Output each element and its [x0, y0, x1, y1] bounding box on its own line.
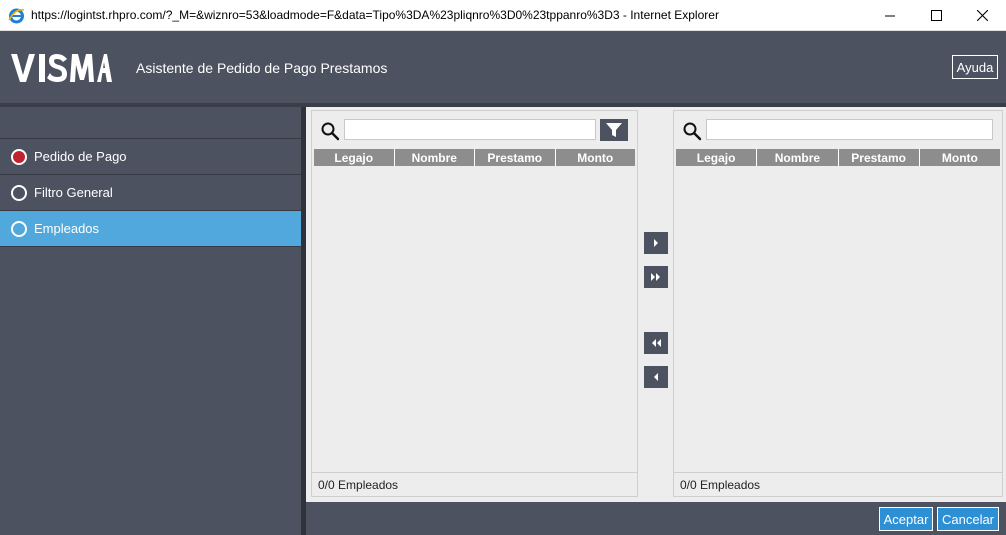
- move-all-left-button[interactable]: [644, 332, 668, 354]
- double-arrow-right-icon: [651, 273, 660, 281]
- step-pedido-de-pago[interactable]: Pedido de Pago: [0, 139, 301, 175]
- accept-button[interactable]: Aceptar: [879, 507, 933, 531]
- sidebar-spacer: [0, 107, 301, 139]
- left-grid-header: Legajo Nombre Prestamo Monto: [314, 149, 635, 166]
- double-arrow-left-icon: [652, 339, 661, 347]
- left-panel-count: 0/0 Empleados: [312, 472, 637, 496]
- column-header-legajo[interactable]: Legajo: [314, 149, 395, 166]
- left-search-input[interactable]: [344, 119, 596, 140]
- step-empleados[interactable]: Empleados: [0, 211, 301, 247]
- arrow-left-icon: [654, 373, 658, 381]
- filter-button[interactable]: [600, 119, 628, 141]
- search-icon[interactable]: [320, 121, 340, 141]
- right-search-row: [674, 119, 1002, 143]
- search-icon[interactable]: [682, 121, 702, 141]
- filter-icon: [606, 123, 622, 137]
- column-header-nombre[interactable]: Nombre: [394, 149, 475, 166]
- step-label: Empleados: [34, 221, 100, 236]
- column-header-prestamo[interactable]: Prestamo: [475, 149, 556, 166]
- visma-logo: [11, 54, 112, 82]
- window-titlebar: https://logintst.rhpro.com/?_M=&wiznro=5…: [0, 0, 1006, 31]
- maximize-icon: [930, 10, 942, 21]
- step-active-indicator: [11, 220, 27, 237]
- right-search-input[interactable]: [706, 119, 993, 140]
- left-search-row: [312, 119, 637, 143]
- column-header-legajo[interactable]: Legajo: [676, 149, 758, 166]
- step-filtro-general[interactable]: Filtro General: [0, 175, 301, 211]
- move-all-right-button[interactable]: [644, 266, 668, 288]
- arrow-right-icon: [654, 239, 658, 247]
- maximize-button[interactable]: [913, 0, 959, 31]
- help-button[interactable]: Ayuda: [952, 55, 998, 79]
- move-selected-right-button[interactable]: [644, 232, 668, 254]
- app-header: Asistente de Pedido de Pago Prestamos: [0, 31, 1006, 103]
- step-label: Filtro General: [34, 185, 113, 200]
- window-title: https://logintst.rhpro.com/?_M=&wiznro=5…: [31, 8, 719, 22]
- close-icon: [976, 10, 988, 21]
- column-header-prestamo[interactable]: Prestamo: [838, 149, 920, 166]
- cancel-button[interactable]: Cancelar: [937, 507, 999, 531]
- move-selected-left-button[interactable]: [644, 366, 668, 388]
- step-pending-indicator: [11, 184, 27, 201]
- minimize-button[interactable]: [867, 0, 913, 31]
- step-completed-indicator: [11, 148, 27, 165]
- available-employees-panel: Legajo Nombre Prestamo Monto 0/0 Emplead…: [311, 110, 638, 497]
- internet-explorer-icon: [8, 8, 25, 24]
- right-grid-header: Legajo Nombre Prestamo Monto: [676, 149, 1000, 166]
- close-window-button[interactable]: [959, 0, 1005, 31]
- column-header-monto[interactable]: Monto: [555, 149, 635, 166]
- column-header-monto[interactable]: Monto: [919, 149, 1000, 166]
- wizard-steps-sidebar: Pedido de Pago Filtro General Empleados: [0, 107, 301, 535]
- minimize-icon: [884, 15, 895, 17]
- step-label: Pedido de Pago: [34, 149, 127, 164]
- column-header-nombre[interactable]: Nombre: [757, 149, 839, 166]
- selected-employees-panel: Legajo Nombre Prestamo Monto 0/0 Emplead…: [673, 110, 1003, 497]
- wizard-title: Asistente de Pedido de Pago Prestamos: [136, 60, 388, 76]
- right-panel-count: 0/0 Empleados: [674, 472, 1002, 496]
